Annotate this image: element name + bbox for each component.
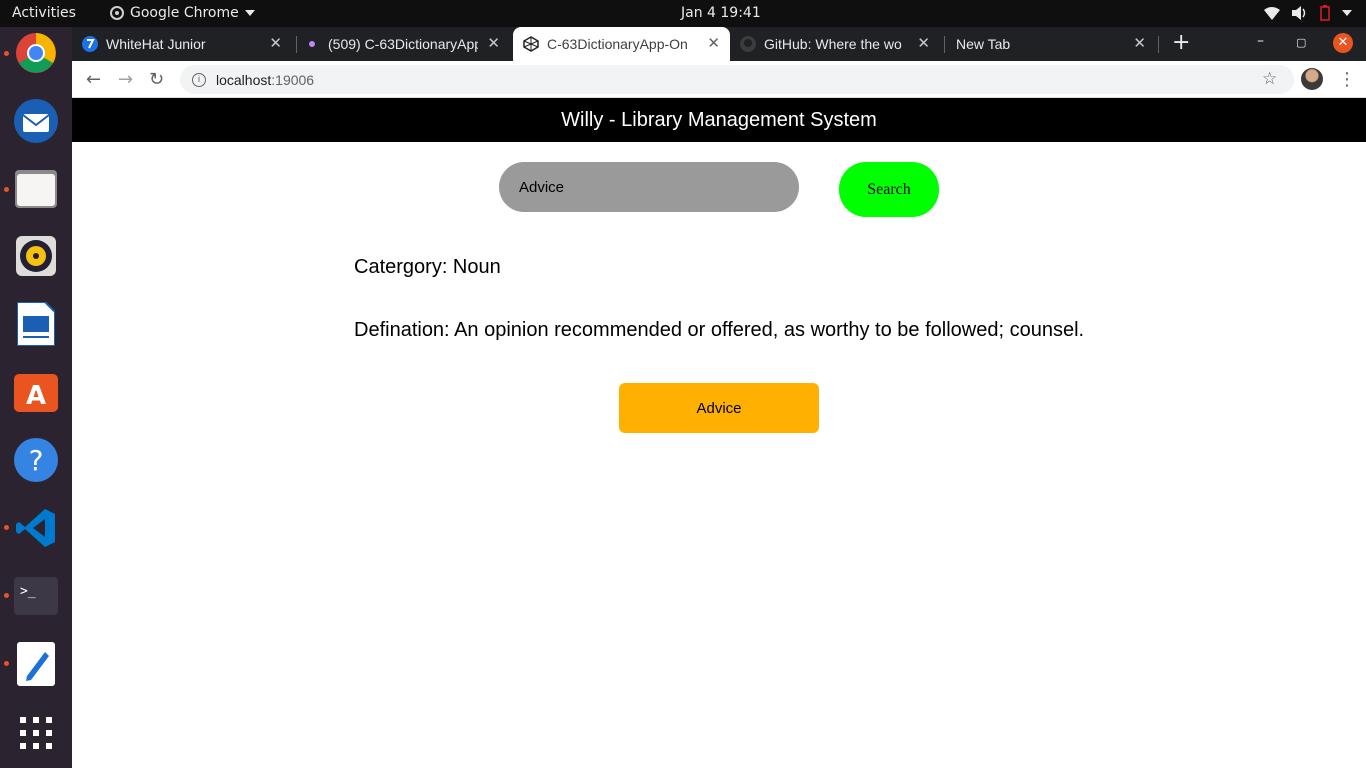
svg-text:>_: >_ <box>20 584 36 599</box>
help-icon[interactable]: ? <box>12 436 60 484</box>
activities-button[interactable]: Activities <box>12 5 76 21</box>
clock[interactable]: Jan 4 19:41 <box>681 5 761 21</box>
tab-new-tab[interactable]: New Tab ✕ <box>956 27 1156 61</box>
tab-c63-dictionary-app[interactable]: C-63DictionaryApp-On ✕ <box>513 27 730 61</box>
chevron-down-icon <box>244 10 255 16</box>
tab-title: New Tab <box>956 36 1011 52</box>
system-top-bar: Activities Google Chrome Jan 4 19:41 <box>0 0 1366 27</box>
browser-menu-icon[interactable]: ⋮ <box>1338 69 1356 90</box>
expo-favicon-icon <box>523 36 539 52</box>
search-button[interactable]: Search <box>839 162 939 217</box>
svg-text:A: A <box>26 381 46 411</box>
running-indicator <box>4 661 9 666</box>
chrome-icon[interactable] <box>12 29 60 77</box>
app-header: Willy - Library Management System <box>72 98 1366 142</box>
forward-button[interactable]: → <box>118 69 133 90</box>
browser-toolbar: ← → ↻ i localhost:19006 ☆ ⋮ <box>72 61 1366 98</box>
running-indicator <box>4 593 9 598</box>
whitehat-favicon-icon <box>82 36 98 52</box>
app-menu-label: Google Chrome <box>130 5 239 21</box>
running-indicator <box>4 187 9 192</box>
reload-button[interactable]: ↻ <box>149 69 164 90</box>
new-tab-button[interactable]: + <box>1172 30 1190 55</box>
app-menu[interactable]: Google Chrome <box>110 5 255 21</box>
close-tab-icon[interactable]: ✕ <box>917 34 930 52</box>
web-page: Willy - Library Management System Search… <box>72 98 1366 768</box>
search-input[interactable] <box>499 162 799 212</box>
tab-divider <box>296 36 297 53</box>
ubuntu-dock: A ? >_ <box>0 27 72 768</box>
tab-title: C-63DictionaryApp-On <box>547 36 688 52</box>
close-window-button[interactable]: ✕ <box>1333 33 1353 53</box>
tab-github[interactable]: GitHub: Where the wo ✕ <box>740 27 940 61</box>
running-indicator <box>4 525 9 530</box>
thunderbird-icon[interactable] <box>12 97 60 145</box>
url-port: :19006 <box>271 71 315 88</box>
tab-title: GitHub: Where the wo <box>764 36 902 52</box>
text-editor-icon[interactable] <box>12 640 60 688</box>
youtube-favicon-icon <box>309 41 315 47</box>
restore-window-button[interactable]: ▢ <box>1296 36 1306 49</box>
vscode-icon[interactable] <box>12 504 60 552</box>
tab-youtube-c63[interactable]: (509) C-63DictionaryApp ✕ <box>304 27 510 61</box>
rhythmbox-icon[interactable] <box>12 232 60 280</box>
show-apps-icon[interactable] <box>12 709 60 757</box>
close-tab-icon[interactable]: ✕ <box>487 34 500 52</box>
word-definition: Defination: An opinion recommended or of… <box>354 319 1085 341</box>
word-button[interactable]: Advice <box>619 383 819 433</box>
github-favicon-icon <box>740 36 756 52</box>
url-host: localhost <box>216 71 272 88</box>
address-bar[interactable]: i localhost:19006 <box>180 65 1294 94</box>
tab-whitehat-junior[interactable]: WhiteHat Junior ✕ <box>82 27 292 61</box>
tab-divider <box>944 36 945 53</box>
svg-text:?: ? <box>29 444 44 477</box>
tab-title: WhiteHat Junior <box>106 36 206 52</box>
browser-tab-strip: WhiteHat Junior ✕ (509) C-63DictionaryAp… <box>72 27 1366 61</box>
system-menu-chevron-icon <box>1342 10 1352 16</box>
tab-divider <box>1158 36 1159 53</box>
volume-icon <box>1292 6 1306 20</box>
close-tab-icon[interactable]: ✕ <box>707 34 720 52</box>
word-category: Catergory: Noun <box>354 256 501 278</box>
terminal-icon[interactable]: >_ <box>12 572 60 620</box>
minimize-window-button[interactable]: – <box>1257 33 1264 49</box>
close-tab-icon[interactable]: ✕ <box>269 34 282 52</box>
writer-icon[interactable] <box>12 300 60 348</box>
running-indicator <box>4 51 9 56</box>
close-tab-icon[interactable]: ✕ <box>1133 34 1146 52</box>
chrome-app-icon <box>110 6 124 20</box>
profile-avatar[interactable] <box>1301 68 1323 90</box>
bookmark-star-icon[interactable]: ☆ <box>1262 69 1277 89</box>
site-info-icon[interactable]: i <box>192 72 206 87</box>
back-button[interactable]: ← <box>86 69 101 90</box>
software-icon[interactable]: A <box>12 367 60 415</box>
system-tray[interactable] <box>1264 5 1352 21</box>
tab-title: (509) C-63DictionaryApp <box>328 36 478 52</box>
files-icon[interactable] <box>12 164 60 212</box>
battery-icon <box>1320 5 1330 21</box>
wifi-icon <box>1264 6 1280 20</box>
